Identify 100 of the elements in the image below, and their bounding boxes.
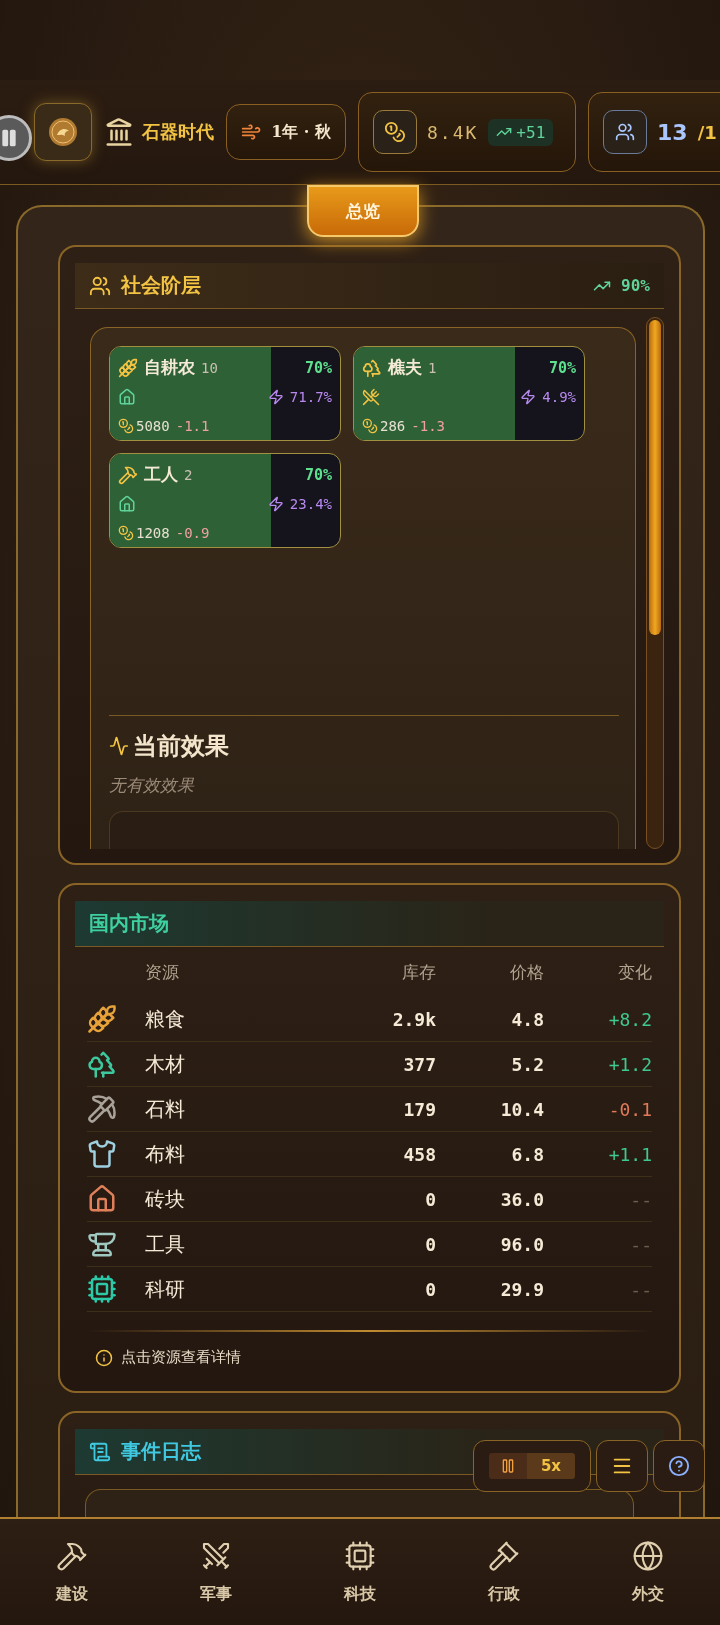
people-icon bbox=[603, 110, 647, 154]
pause-icon bbox=[0, 128, 19, 148]
effects-title: 当前效果 bbox=[133, 730, 229, 763]
stratum-icon bbox=[118, 464, 138, 485]
nav-item[interactable]: 行政 bbox=[432, 1538, 576, 1606]
lightning-icon bbox=[520, 388, 537, 405]
date-label: 1年 · 秋 bbox=[271, 121, 331, 143]
price-cell-text: 36.0 bbox=[499, 1188, 544, 1210]
stock-cell-text: 0 bbox=[424, 1233, 436, 1255]
stratum-wealth: 1208 bbox=[136, 524, 170, 541]
dragon-emblem-icon bbox=[48, 117, 78, 147]
stratum-wealth: 5080 bbox=[136, 417, 170, 434]
stock-cell-text: 0 bbox=[424, 1188, 436, 1210]
stratum-need-icon bbox=[362, 387, 380, 406]
emblem-button[interactable] bbox=[34, 103, 92, 161]
nav-item[interactable]: 科技 bbox=[288, 1538, 432, 1606]
resource-name[interactable]: 工具 bbox=[145, 1230, 346, 1258]
wealth-change: -0.9 bbox=[175, 524, 210, 541]
price-cell-text: 5.2 bbox=[510, 1053, 544, 1075]
menu-button[interactable] bbox=[596, 1440, 648, 1492]
stratum-name: 樵夫 bbox=[388, 356, 422, 379]
coins-icon bbox=[373, 110, 417, 154]
market-hint: 点击资源查看详情 bbox=[121, 1348, 241, 1367]
resource-name[interactable]: 布料 bbox=[145, 1140, 346, 1168]
stratum-need-icon bbox=[118, 494, 136, 513]
stratum-name: 自耕农 bbox=[144, 356, 195, 379]
info-icon bbox=[95, 1348, 113, 1367]
stratum-count: 1 bbox=[428, 359, 437, 376]
column-header: 价格 bbox=[509, 960, 544, 984]
era-label: 石器时代 bbox=[142, 120, 214, 144]
strata-title: 社会阶层 bbox=[121, 272, 201, 299]
resource-name[interactable]: 粮食 bbox=[145, 1005, 346, 1033]
price-cell-text: 4.8 bbox=[510, 1008, 544, 1030]
stratum-approval: 70% bbox=[304, 358, 332, 377]
stratum-influence: 71.7% bbox=[289, 388, 332, 405]
stock-cell-text: 458 bbox=[402, 1143, 436, 1165]
resource-name[interactable]: 石料 bbox=[145, 1095, 346, 1123]
stratum-approval: 70% bbox=[548, 358, 576, 377]
nav-item[interactable]: 军事 bbox=[144, 1538, 288, 1606]
stratum-count: 2 bbox=[184, 466, 193, 483]
coins-icon bbox=[118, 417, 134, 434]
effects-empty-text: 无有效效果 bbox=[109, 774, 196, 798]
nav-item[interactable]: 建设 bbox=[0, 1538, 144, 1606]
pause-icon bbox=[500, 1458, 516, 1474]
change-cell-text: -- bbox=[629, 1278, 652, 1300]
pulse-icon bbox=[109, 736, 129, 757]
resource-name[interactable]: 木材 bbox=[145, 1050, 346, 1078]
column-header: 库存 bbox=[401, 960, 436, 984]
column-header: 变化 bbox=[617, 960, 652, 984]
stock-cell-text: 0 bbox=[424, 1278, 436, 1300]
scroll-icon bbox=[89, 1440, 111, 1463]
stratum-count: 10 bbox=[201, 359, 218, 376]
help-button[interactable] bbox=[653, 1440, 705, 1492]
approval-value: 90% bbox=[621, 276, 650, 295]
stratum-icon bbox=[362, 357, 382, 378]
wind-icon bbox=[241, 121, 262, 143]
resource-name[interactable]: 砖块 bbox=[145, 1185, 346, 1213]
stratum-wealth: 286 bbox=[380, 417, 406, 434]
coins-icon bbox=[362, 417, 378, 434]
wealth-change: -1.1 bbox=[175, 417, 210, 434]
nav-item[interactable]: 外交 bbox=[576, 1538, 720, 1606]
change-cell-text: +1.1 bbox=[607, 1143, 652, 1165]
stock-cell-text: 2.9k bbox=[391, 1008, 436, 1030]
change-cell-text: +8.2 bbox=[607, 1008, 652, 1030]
chip-icon bbox=[344, 1539, 376, 1572]
market-title: 国内市场 bbox=[89, 910, 169, 937]
change-cell-text: -- bbox=[629, 1233, 652, 1255]
temple-icon bbox=[104, 117, 134, 147]
globe-icon bbox=[632, 1539, 664, 1572]
price-cell-text: 29.9 bbox=[499, 1278, 544, 1300]
stock-cell-text: 377 bbox=[402, 1053, 436, 1075]
lightning-icon bbox=[267, 495, 284, 512]
change-cell-text: -- bbox=[629, 1188, 652, 1210]
scrollbar[interactable] bbox=[646, 317, 664, 849]
change-cell-text: +1.2 bbox=[607, 1053, 652, 1075]
gavel-icon bbox=[488, 1539, 520, 1572]
stratum-influence: 4.9% bbox=[542, 388, 576, 405]
treasury-change: +51 bbox=[488, 118, 554, 146]
stratum-card[interactable]: 自耕农 10 70% 71.7% 5080 -1.1 bbox=[109, 346, 341, 441]
change-cell-text: -0.1 bbox=[607, 1098, 652, 1120]
price-cell-text: 6.8 bbox=[510, 1143, 544, 1165]
people-icon bbox=[89, 274, 111, 297]
population-cap: /1 bbox=[697, 121, 717, 143]
stratum-name: 工人 bbox=[144, 463, 178, 486]
stratum-card[interactable]: 工人 2 70% 23.4% 1208 -0.9 bbox=[109, 453, 341, 548]
wealth-change: -1.3 bbox=[411, 417, 445, 434]
treasury-value: 8.4K bbox=[427, 121, 479, 143]
stratum-need-icon bbox=[118, 387, 136, 406]
coins-icon bbox=[118, 524, 134, 541]
price-cell-text: 96.0 bbox=[499, 1233, 544, 1255]
help-icon bbox=[668, 1455, 690, 1477]
stratum-icon bbox=[118, 357, 138, 378]
lightning-icon bbox=[267, 388, 284, 405]
resource-name[interactable]: 科研 bbox=[145, 1275, 346, 1303]
column-header: 资源 bbox=[145, 960, 180, 984]
pause-button[interactable] bbox=[489, 1453, 527, 1479]
stratum-influence: 23.4% bbox=[289, 495, 332, 512]
stratum-card[interactable]: 樵夫 1 70% 4.9% 286 -1.3 bbox=[353, 346, 585, 441]
population-value: 13 bbox=[657, 119, 688, 145]
speed-button[interactable]: 5x bbox=[527, 1453, 575, 1479]
